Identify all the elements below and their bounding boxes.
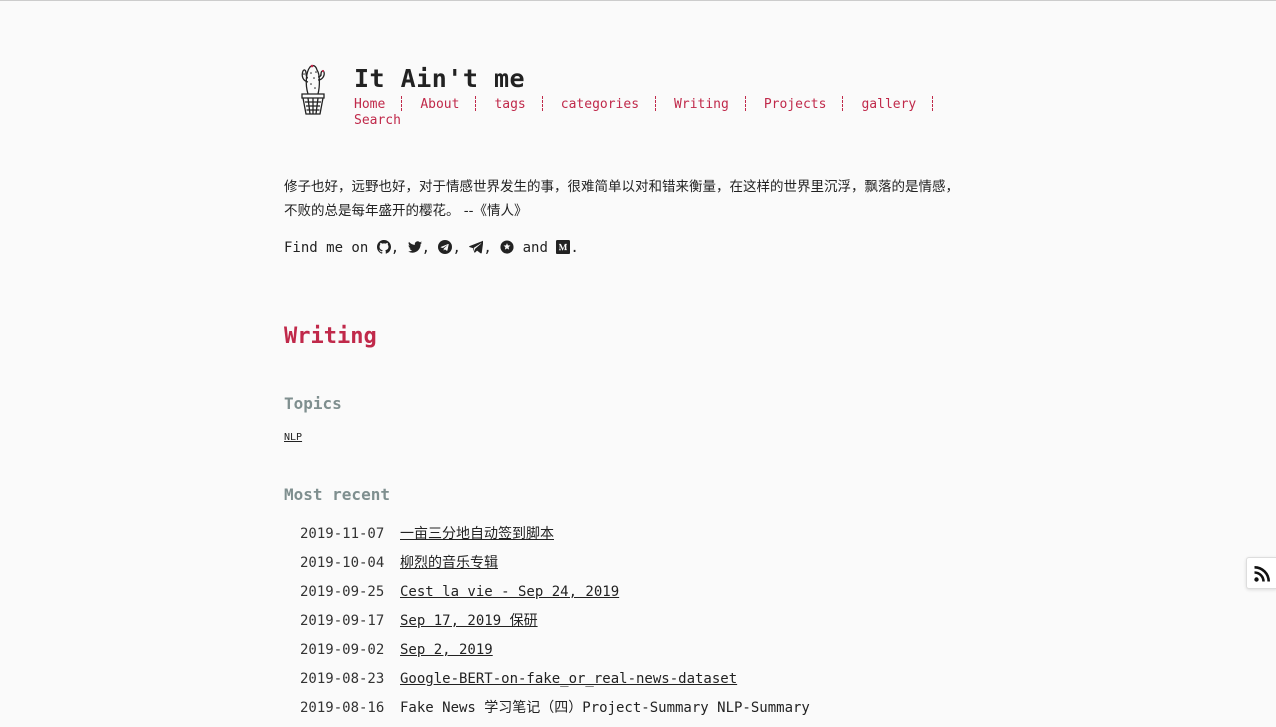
post-date: 2019-11-07 [300, 526, 385, 542]
recent-posts-list: 2019-11-07 一亩三分地自动签到脚本 2019-10-04 柳烈的音乐专辑 … [300, 524, 810, 727]
github-icon[interactable] [376, 240, 391, 254]
site-header: It Ain't me Home About tags categories Writi… [294, 62, 994, 142]
main-nav: Home About tags categories Writing Projects ga… [354, 96, 984, 129]
post-link[interactable]: 柳烈的音乐专辑 [400, 555, 498, 571]
find-me-label: Find me on [284, 240, 369, 256]
list-item: 2019-09-02 Sep 2, 2019 [300, 640, 810, 669]
nav-separator [475, 96, 477, 111]
nav-separator [842, 96, 844, 111]
post-date: 2019-08-16 [300, 700, 385, 716]
nav-item-gallery[interactable]: gallery [861, 97, 916, 113]
nav-item-about[interactable]: About [420, 97, 459, 113]
intro-quote: 修子也好，远野也好，对于情感世界发生的事，很难简单以对和错来衡量，在这样的世界里… [284, 175, 1004, 223]
cactus-logo-icon[interactable] [294, 62, 330, 116]
post-date: 2019-08-23 [300, 671, 385, 687]
twitter-icon[interactable] [407, 240, 422, 254]
top-border [0, 0, 1276, 1]
list-item: 2019-09-17 Sep 17, 2019 保研 [300, 611, 810, 640]
medium-icon[interactable] [556, 240, 571, 254]
post-link[interactable]: Google-BERT-on-fake_or_real-news-dataset [400, 671, 737, 687]
find-me-line: Find me on , , , , and . [284, 240, 579, 256]
nav-separator [541, 96, 544, 111]
post-date: 2019-09-02 [300, 642, 385, 658]
telegram-icon[interactable] [438, 240, 453, 254]
post-link[interactable]: Fake News 学习笔记（四）Project-Summary NLP-Sum… [400, 700, 810, 716]
list-item: 2019-08-16 Fake News 学习笔记（四）Project-Summa… [300, 698, 810, 727]
list-item: 2019-09-25 Cest la vie - Sep 24, 2019 [300, 582, 810, 611]
nav-separator [744, 96, 747, 111]
post-date: 2019-09-17 [300, 613, 385, 629]
telegram-plane-icon[interactable] [469, 240, 484, 254]
find-me-and: and [522, 240, 548, 256]
topics-heading: Topics [284, 394, 342, 413]
nav-item-projects[interactable]: Projects [764, 97, 827, 113]
writing-heading: Writing [284, 324, 377, 349]
nav-item-writing[interactable]: Writing [674, 97, 729, 113]
list-item: 2019-08-23 Google-BERT-on-fake_or_real-ne… [300, 669, 810, 698]
post-link[interactable]: 一亩三分地自动签到脚本 [400, 526, 554, 542]
quote-line-2: 不败的总是每年盛开的樱花。 --《情人》 [284, 203, 528, 219]
most-recent-heading: Most recent [284, 485, 390, 504]
rss-icon [1254, 566, 1270, 582]
site-title[interactable]: It Ain't me [354, 64, 525, 93]
topic-link-nlp[interactable]: NLP [284, 432, 302, 443]
rss-button[interactable] [1246, 557, 1276, 589]
nav-separator [655, 96, 657, 111]
post-link[interactable]: Sep 17, 2019 保研 [400, 613, 538, 629]
nav-item-home[interactable]: Home [354, 97, 385, 113]
post-date: 2019-10-04 [300, 555, 385, 571]
post-link[interactable]: Cest la vie - Sep 24, 2019 [400, 584, 619, 600]
quote-line-1: 修子也好，远野也好，对于情感世界发生的事，很难简单以对和错来衡量，在这样的世界里… [284, 179, 959, 195]
post-date: 2019-09-25 [300, 584, 385, 600]
list-item: 2019-10-04 柳烈的音乐专辑 [300, 553, 810, 582]
find-me-period: . [570, 240, 579, 256]
list-item: 2019-11-07 一亩三分地自动签到脚本 [300, 524, 810, 553]
nav-separator [401, 96, 403, 111]
nav-item-categories[interactable]: categories [561, 97, 639, 113]
nav-separator [932, 96, 934, 111]
post-link[interactable]: Sep 2, 2019 [400, 642, 493, 658]
mastodon-icon[interactable] [500, 240, 514, 254]
nav-item-search[interactable]: Search [354, 113, 401, 129]
nav-item-tags[interactable]: tags [494, 97, 525, 113]
